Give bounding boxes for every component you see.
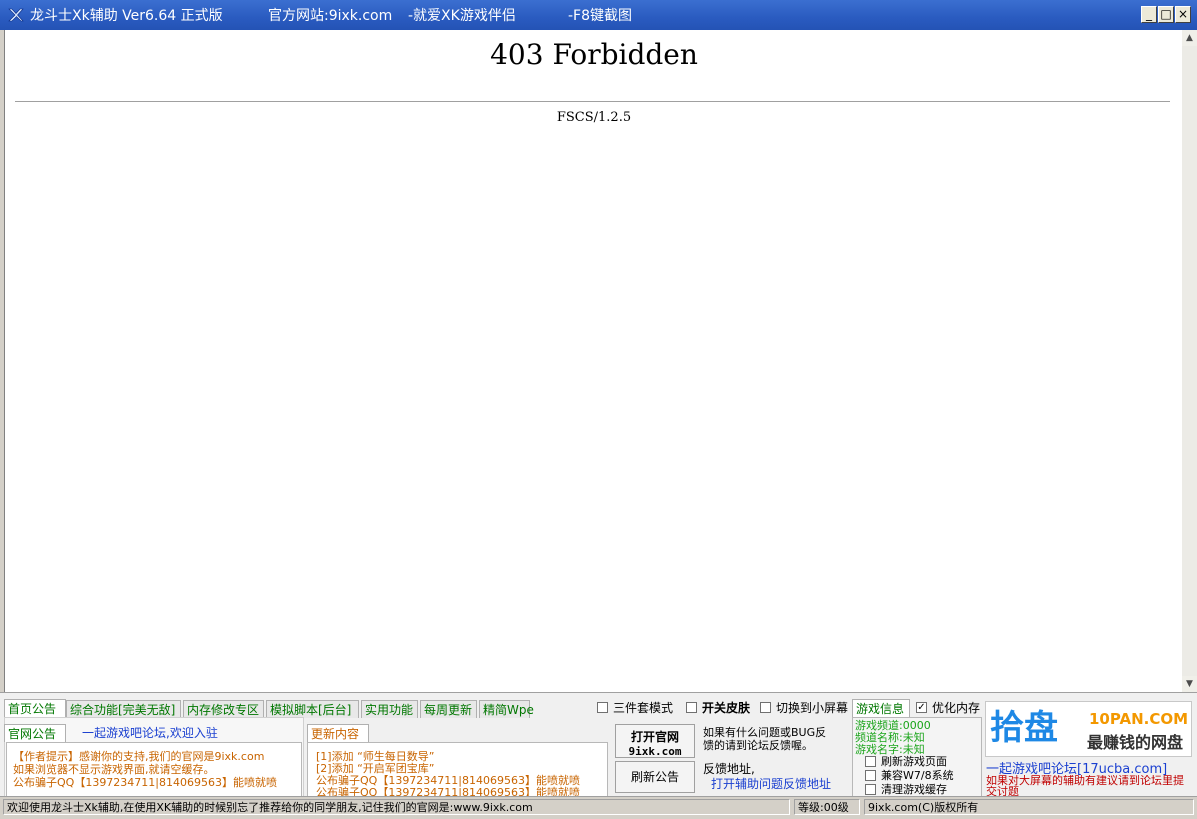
tab-memory[interactable]: 内存修改专区 — [183, 700, 264, 718]
tab-weekly[interactable]: 每周更新 — [420, 700, 477, 718]
vertical-scrollbar[interactable]: ▲ ▼ — [1182, 30, 1197, 692]
small-screen-checkbox[interactable] — [760, 702, 771, 713]
browser-view[interactable]: 403 Forbidden FSCS/1.2.5 — [4, 30, 1183, 692]
three-piece-label: 三件套模式 — [613, 701, 674, 715]
error-divider — [15, 101, 1170, 102]
skin-label: 开关皮肤 — [702, 701, 751, 715]
forum-welcome-link[interactable]: 一起游戏吧论坛,欢迎入驻 — [82, 724, 218, 741]
feedback-link[interactable]: 打开辅助问题反馈地址 — [711, 775, 831, 792]
scroll-up-icon[interactable]: ▲ — [1182, 30, 1197, 46]
app-title: 龙斗士Xk辅助 Ver6.64 正式版 — [30, 8, 223, 24]
notice-content: 【作者提示】感谢你的支持,我们的官网是9ixk.com 如果浏览器不显示游戏界面… — [6, 742, 302, 797]
clear-cache-checkbox[interactable] — [865, 784, 876, 795]
tab-home-notice[interactable]: 首页公告 — [4, 699, 66, 717]
optimize-memory-label: 优化内存 — [932, 701, 981, 715]
tab-script[interactable]: 模拟脚本[后台] — [266, 700, 359, 718]
compat-win-checkbox[interactable] — [865, 770, 876, 781]
tab-updates[interactable]: 更新内容 — [307, 724, 369, 742]
error-title: 403 Forbidden — [490, 38, 698, 71]
app-icon — [8, 8, 24, 22]
notice-line: 公布骗子QQ【1397234711|814069563】能喷就喷 — [13, 776, 277, 789]
open-site-url: 9ixk.com — [628, 745, 682, 758]
three-piece-checkbox[interactable] — [597, 702, 608, 713]
ad-logo: 拾盘 — [990, 708, 1058, 748]
skin-checkbox[interactable] — [686, 702, 697, 713]
open-site-label: 打开官网 — [630, 730, 679, 744]
official-site-text: 官方网站:9ixk.com — [268, 8, 393, 24]
control-panel: 首页公告 综合功能[完美无敌] 内存修改专区 模拟脚本[后台] 实用功能 每周更… — [0, 692, 1197, 799]
scroll-down-icon[interactable]: ▼ — [1182, 676, 1197, 692]
tab-general[interactable]: 综合功能[完美无敌] — [66, 700, 181, 718]
ad-note: 如果对大屏幕的辅助有建议请到论坛里提交讨题 — [986, 775, 1184, 796]
refresh-notice-button[interactable]: 刷新公告 — [615, 761, 695, 793]
ad-tagline: 最赚钱的网盘 — [1087, 733, 1184, 752]
clear-cache-label: 清理游戏缓存 — [881, 783, 947, 796]
status-level: 等级:00级 — [794, 799, 860, 815]
error-server-text: FSCS/1.2.5 — [556, 110, 632, 125]
ad-banner[interactable]: 拾盘 10PAN.COM 最赚钱的网盘 — [985, 701, 1192, 757]
minimize-button[interactable]: _ — [1141, 6, 1157, 23]
hotkey-text: -F8键截图 — [568, 8, 633, 24]
optimize-memory-checkbox[interactable]: ✓ — [916, 702, 927, 713]
title-bar[interactable]: 龙斗士Xk辅助 Ver6.64 正式版 官方网站:9ixk.com -就爱XK游… — [0, 0, 1197, 30]
close-button[interactable]: × — [1175, 6, 1191, 23]
tab-wpe[interactable]: 精简Wpe — [479, 700, 534, 718]
tab-official-notice[interactable]: 官网公告 — [4, 724, 66, 742]
status-welcome: 欢迎使用龙斗士Xk辅助,在使用XK辅助的时候别忘了推荐给你的同学朋友,记住我们的… — [3, 799, 790, 815]
tab-game-info[interactable]: 游戏信息 — [852, 699, 910, 717]
slogan-text: -就爱XK游戏伴侣 — [408, 8, 516, 24]
maximize-button[interactable]: □ — [1158, 6, 1174, 23]
updates-content: [1]添加 “师生每日数导” [2]添加 “开启军团宝库” 公布骗子QQ【139… — [307, 742, 608, 799]
open-site-button[interactable]: 打开官网 9ixk.com — [615, 724, 695, 758]
status-bar: 欢迎使用龙斗士Xk辅助,在使用XK辅助的时候别忘了推荐给你的同学朋友,记住我们的… — [0, 796, 1197, 819]
small-screen-label: 切换到小屏幕 — [776, 701, 849, 715]
ad-brand: 10PAN.COM — [1089, 710, 1189, 728]
status-copyright: 9ixk.com(C)版权所有 — [864, 799, 1194, 815]
feedback-text: 馈的请到论坛反馈喔。 — [703, 739, 813, 752]
refresh-page-checkbox[interactable] — [865, 756, 876, 767]
tab-utility[interactable]: 实用功能 — [361, 700, 418, 718]
